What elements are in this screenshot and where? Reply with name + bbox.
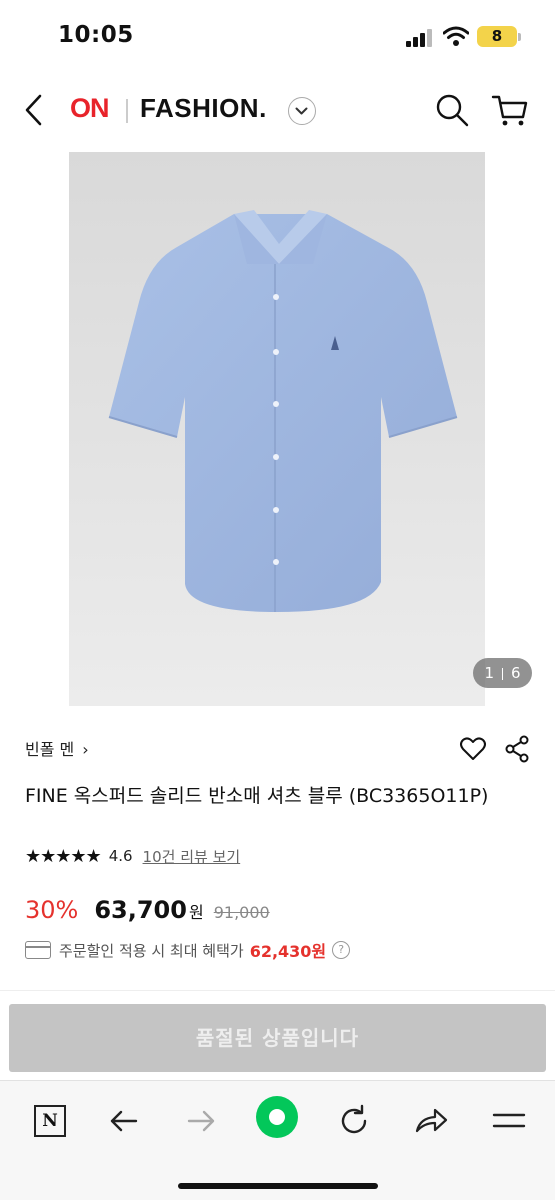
logo-on[interactable]: ON (70, 93, 109, 124)
cart-icon[interactable] (491, 92, 529, 128)
home-indicator (178, 1183, 378, 1189)
status-time: 10:05 (58, 22, 134, 48)
coupon-row: 주문할인 적용 시 최대 혜택가 62,430원 ? (25, 937, 351, 963)
sale-price: 63,700 (94, 896, 187, 924)
coupon-text: 주문할인 적용 시 최대 혜택가 (59, 941, 244, 960)
price-row: 30% 63,700 원 91,000 (25, 896, 270, 930)
back-icon[interactable] (18, 92, 52, 128)
share-arrow-icon[interactable] (411, 1101, 451, 1141)
coupon-price: 62,430원 (249, 942, 327, 961)
original-price: 91,000 (213, 903, 270, 922)
app-header: ON FASHION. (0, 80, 555, 142)
star-rating-icon: ★★★★★ (25, 845, 102, 867)
product-image[interactable] (69, 152, 485, 706)
review-link[interactable]: 10건 리뷰 보기 (143, 846, 241, 867)
green-dot-icon[interactable] (255, 1095, 299, 1139)
forward-arrow-icon[interactable] (181, 1101, 221, 1141)
browser-toolbar: N (0, 1080, 555, 1200)
section-divider (0, 990, 555, 991)
rating-value: 4.6 (108, 847, 133, 865)
sold-out-button[interactable]: 품절된 상품입니다 (9, 1004, 546, 1072)
gallery-current: 1 (484, 664, 494, 682)
wifi-icon (443, 26, 469, 46)
menu-icon[interactable] (489, 1101, 529, 1141)
brand-name: 빈폴 멘 (25, 740, 75, 759)
share-icon[interactable] (504, 735, 530, 763)
discount-rate: 30% (25, 896, 79, 924)
heart-icon[interactable] (459, 735, 487, 763)
naver-n-icon[interactable]: N (30, 1101, 70, 1141)
status-bar: 10:05 8 (0, 0, 555, 72)
battery-icon: 8 (477, 26, 517, 47)
logo-fashion[interactable]: FASHION. (140, 93, 267, 124)
indicator-divider (502, 667, 503, 680)
refresh-icon[interactable] (334, 1101, 374, 1141)
product-title: FINE 옥스퍼드 솔리드 반소매 셔츠 블루 (BC3365O11P) (25, 785, 489, 807)
battery-tip (518, 33, 521, 41)
chevron-right-icon: › (82, 740, 89, 759)
rating-row: ★★★★★ 4.6 10건 리뷰 보기 (25, 845, 240, 867)
search-icon[interactable] (434, 92, 470, 128)
brand-link[interactable]: 빈폴 멘 › (25, 736, 89, 760)
currency-label: 원 (188, 903, 204, 922)
back-arrow-icon[interactable] (104, 1101, 144, 1141)
shirt-illustration (108, 210, 458, 612)
naver-n-label: N (34, 1105, 66, 1137)
product-gallery[interactable]: 16 (0, 152, 555, 706)
gallery-total: 6 (511, 664, 521, 682)
logo-divider (126, 99, 128, 123)
gallery-page-indicator: 16 (473, 658, 532, 688)
signal-icon (406, 29, 434, 47)
help-icon[interactable]: ? (332, 941, 351, 959)
chevron-down-icon[interactable] (288, 97, 316, 125)
card-icon (25, 941, 51, 959)
